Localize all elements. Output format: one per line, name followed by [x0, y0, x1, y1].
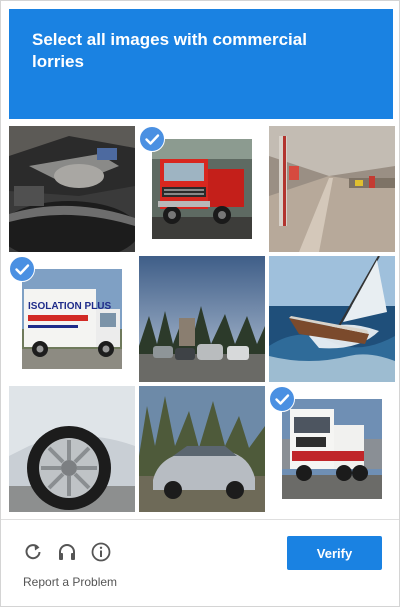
- tile-image-parking-lot: [139, 256, 265, 382]
- captcha-challenge: Select all images with commercial lorrie…: [0, 0, 400, 607]
- image-tile-4[interactable]: ISOLATION PLUS: [9, 256, 135, 382]
- tile-image-car-mechanics: [9, 126, 135, 252]
- tile-image-silver-sedan: [139, 386, 265, 512]
- selected-check-icon: [269, 386, 295, 412]
- image-tile-7[interactable]: [9, 386, 135, 512]
- image-tile-3[interactable]: [269, 126, 395, 252]
- image-tile-8[interactable]: [139, 386, 265, 512]
- footer-divider: [1, 519, 399, 520]
- image-tile-1[interactable]: [9, 126, 135, 252]
- image-tile-6[interactable]: [269, 256, 395, 382]
- report-problem-link[interactable]: Report a Problem: [23, 575, 117, 589]
- image-tile-5[interactable]: [139, 256, 265, 382]
- truck-signage: ISOLATION PLUS: [28, 301, 111, 312]
- tile-image-red-truck: [152, 139, 252, 239]
- verify-button[interactable]: Verify: [287, 536, 382, 570]
- image-tile-9[interactable]: [269, 386, 395, 512]
- tile-image-semi-truck: [282, 399, 382, 499]
- selected-check-icon: [139, 126, 165, 152]
- selected-check-icon: [9, 256, 35, 282]
- tile-image-parking-garage: [269, 126, 395, 252]
- image-grid: ISOLATION PLUS: [1, 1, 399, 521]
- tile-image-car-wheel: [9, 386, 135, 512]
- headphones-icon[interactable]: [57, 542, 77, 562]
- image-tile-2[interactable]: [139, 126, 265, 252]
- reload-icon[interactable]: [23, 542, 43, 562]
- tile-image-sailboat: [269, 256, 395, 382]
- info-icon[interactable]: [91, 542, 111, 562]
- tile-image-box-truck: ISOLATION PLUS: [22, 269, 122, 369]
